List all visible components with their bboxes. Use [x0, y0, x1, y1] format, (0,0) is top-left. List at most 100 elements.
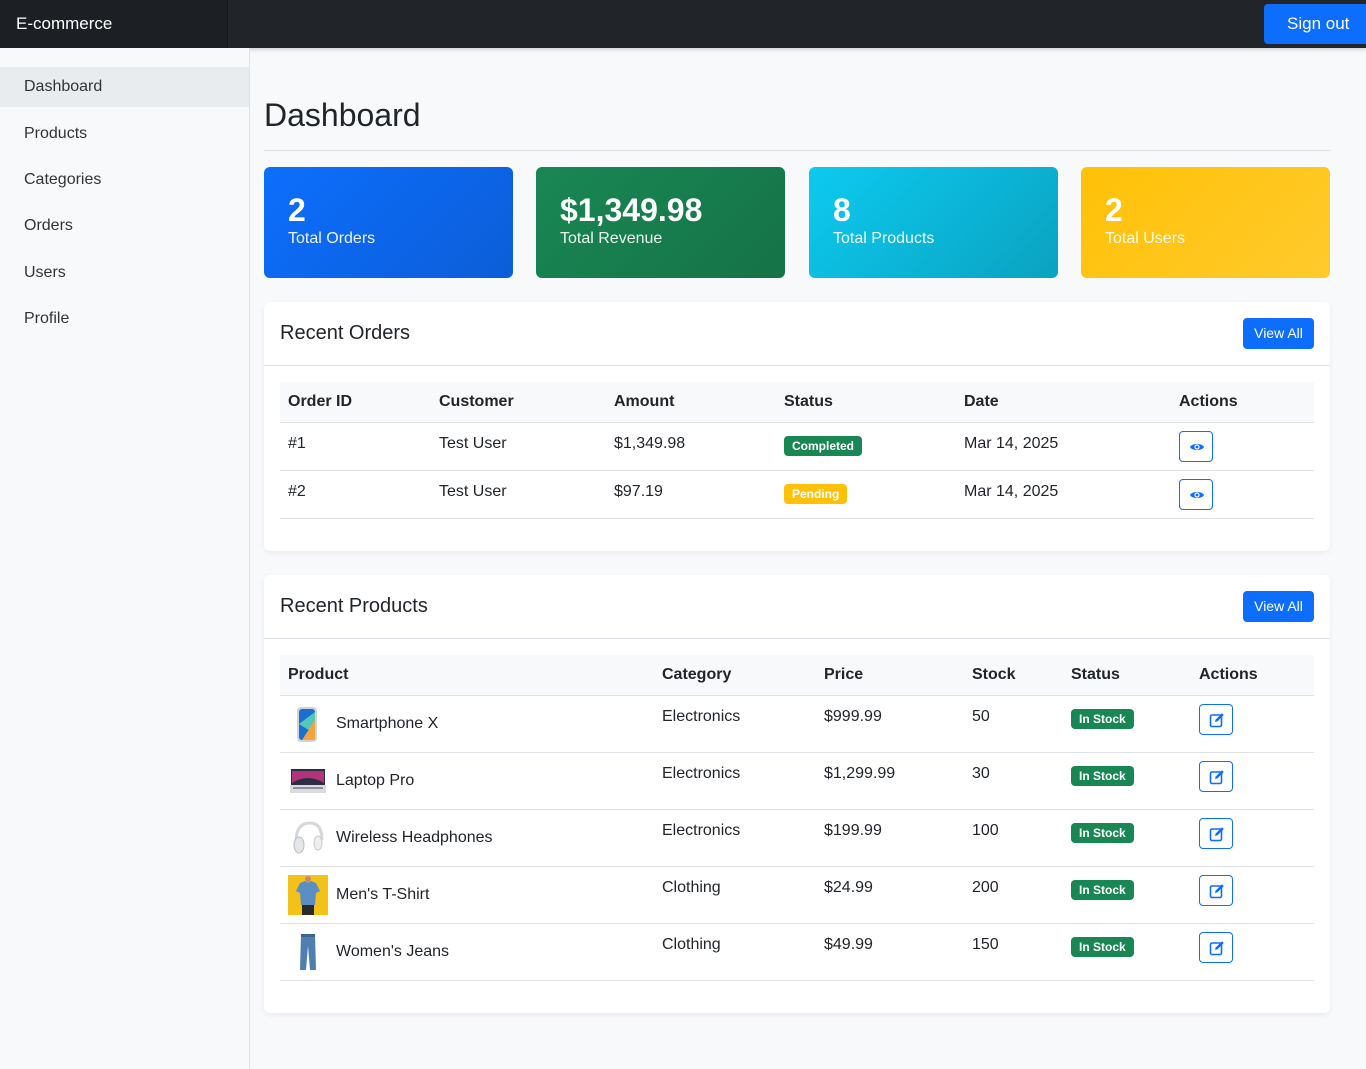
- edit-product-button[interactable]: [1199, 817, 1233, 849]
- column-header: Date: [956, 382, 1171, 423]
- product-stock: 50: [964, 695, 1063, 753]
- status-badge: In Stock: [1071, 765, 1134, 786]
- stat-label: Total Revenue: [560, 230, 663, 247]
- product-price: $1,299.99: [816, 752, 964, 810]
- sidebar-item-dashboard[interactable]: Dashboard: [0, 67, 249, 107]
- edit-product-button[interactable]: [1199, 760, 1233, 792]
- column-header: Customer: [431, 382, 606, 423]
- product-category: Electronics: [654, 809, 816, 867]
- view-order-button[interactable]: [1179, 430, 1213, 462]
- product-category: Electronics: [654, 752, 816, 810]
- product-name[interactable]: Laptop Pro: [336, 772, 414, 790]
- product-name[interactable]: Men's T-Shirt: [336, 886, 429, 904]
- product-name[interactable]: Smartphone X: [336, 715, 438, 733]
- product-price: $49.99: [816, 923, 964, 981]
- stat-card-total-revenue: $1,349.98 Total Revenue: [536, 167, 785, 278]
- stat-value: 2: [1105, 192, 1123, 228]
- sidebar-item-users[interactable]: Users: [0, 253, 249, 293]
- stat-card-total-products: 8 Total Products: [809, 167, 1058, 278]
- edit-icon: [1209, 712, 1224, 727]
- edit-icon: [1209, 769, 1224, 784]
- column-header: Product: [280, 655, 654, 696]
- sidebar-item-categories[interactable]: Categories: [0, 160, 249, 200]
- order-customer: Test User: [431, 470, 606, 519]
- product-name[interactable]: Women's Jeans: [336, 943, 449, 961]
- brand-logo[interactable]: E-commerce: [0, 0, 228, 48]
- product-stock: 30: [964, 752, 1063, 810]
- product-price: $999.99: [816, 695, 964, 753]
- table-row: Women's Jeans Clothing $49.99 150 In Sto…: [280, 923, 1314, 981]
- status-badge: In Stock: [1071, 708, 1134, 729]
- main-content: Dashboard 2 Total Orders $1,349.98 Total…: [250, 48, 1366, 1069]
- status-badge: In Stock: [1071, 879, 1134, 900]
- table-header-row: Product Category Price Stock Status Acti…: [280, 655, 1314, 696]
- status-badge: Completed: [784, 435, 863, 456]
- column-header: Actions: [1171, 382, 1314, 423]
- title-divider: [264, 150, 1330, 151]
- recent-orders-card: Recent Orders View All Order ID Customer…: [264, 302, 1330, 551]
- table-row: Wireless Headphones Electronics $199.99 …: [280, 809, 1314, 867]
- product-thumbnail-jeans: [288, 932, 328, 972]
- products-table: Product Category Price Stock Status Acti…: [280, 655, 1314, 981]
- edit-product-button[interactable]: [1199, 931, 1233, 963]
- stat-value: 8: [833, 192, 851, 228]
- sidebar: Dashboard Products Categories Orders Use…: [0, 48, 250, 1069]
- stat-label: Total Products: [833, 230, 935, 247]
- order-date: Mar 14, 2025: [956, 422, 1171, 471]
- status-badge: In Stock: [1071, 822, 1134, 843]
- product-stock: 100: [964, 809, 1063, 867]
- edit-product-button[interactable]: [1199, 703, 1233, 735]
- order-customer: Test User: [431, 422, 606, 471]
- order-amount: $97.19: [606, 470, 776, 519]
- sidebar-item-products[interactable]: Products: [0, 114, 249, 154]
- sign-out-button[interactable]: Sign out: [1264, 4, 1366, 44]
- column-header: Stock: [964, 655, 1063, 696]
- table-row: #1 Test User $1,349.98 Completed Mar 14,…: [280, 422, 1314, 471]
- orders-table: Order ID Customer Amount Status Date Act…: [280, 382, 1314, 519]
- table-row: #2 Test User $97.19 Pending Mar 14, 2025: [280, 470, 1314, 519]
- card-header: Recent Orders View All: [264, 302, 1330, 366]
- sidebar-item-profile[interactable]: Profile: [0, 299, 249, 339]
- order-id[interactable]: #2: [280, 470, 431, 519]
- table-row: Laptop Pro Electronics $1,299.99 30 In S…: [280, 752, 1314, 810]
- stat-value: $1,349.98: [560, 192, 703, 228]
- page-title: Dashboard: [264, 97, 421, 133]
- view-order-button[interactable]: [1179, 478, 1213, 510]
- top-navbar: E-commerce Sign out: [0, 0, 1366, 48]
- status-badge: Pending: [784, 483, 848, 504]
- table-row: Men's T-Shirt Clothing $24.99 200 In Sto…: [280, 866, 1314, 924]
- card-title: Recent Products: [280, 595, 428, 617]
- product-category: Electronics: [654, 695, 816, 753]
- stat-value: 2: [288, 192, 306, 228]
- product-name[interactable]: Wireless Headphones: [336, 829, 493, 847]
- product-thumbnail-tshirt: [288, 874, 328, 915]
- column-header: Status: [1063, 655, 1191, 696]
- column-header: Status: [776, 382, 956, 423]
- column-header: Price: [816, 655, 964, 696]
- eye-icon: [1190, 491, 1204, 498]
- product-thumbnail-headphones: [288, 818, 328, 858]
- edit-product-button[interactable]: [1199, 874, 1233, 906]
- product-price: $199.99: [816, 809, 964, 867]
- status-badge: In Stock: [1071, 936, 1134, 957]
- sidebar-item-orders[interactable]: Orders: [0, 206, 249, 246]
- product-thumbnail-phone: [288, 704, 328, 744]
- column-header: Category: [654, 655, 816, 696]
- product-category: Clothing: [654, 923, 816, 981]
- product-category: Clothing: [654, 866, 816, 924]
- view-all-products-button[interactable]: View All: [1243, 591, 1314, 622]
- view-all-orders-button[interactable]: View All: [1243, 318, 1314, 349]
- edit-icon: [1209, 826, 1224, 841]
- column-header: Actions: [1191, 655, 1314, 696]
- stat-card-total-users: 2 Total Users: [1081, 167, 1330, 278]
- order-id[interactable]: #1: [280, 422, 431, 471]
- product-thumbnail-laptop: [288, 761, 328, 801]
- order-date: Mar 14, 2025: [956, 470, 1171, 519]
- edit-icon: [1209, 940, 1224, 955]
- card-title: Recent Orders: [280, 322, 411, 344]
- stat-label: Total Orders: [288, 230, 376, 247]
- recent-products-card: Recent Products View All Product Categor…: [264, 575, 1330, 1013]
- product-price: $24.99: [816, 866, 964, 924]
- stat-card-total-orders: 2 Total Orders: [264, 167, 513, 278]
- eye-icon: [1190, 443, 1204, 450]
